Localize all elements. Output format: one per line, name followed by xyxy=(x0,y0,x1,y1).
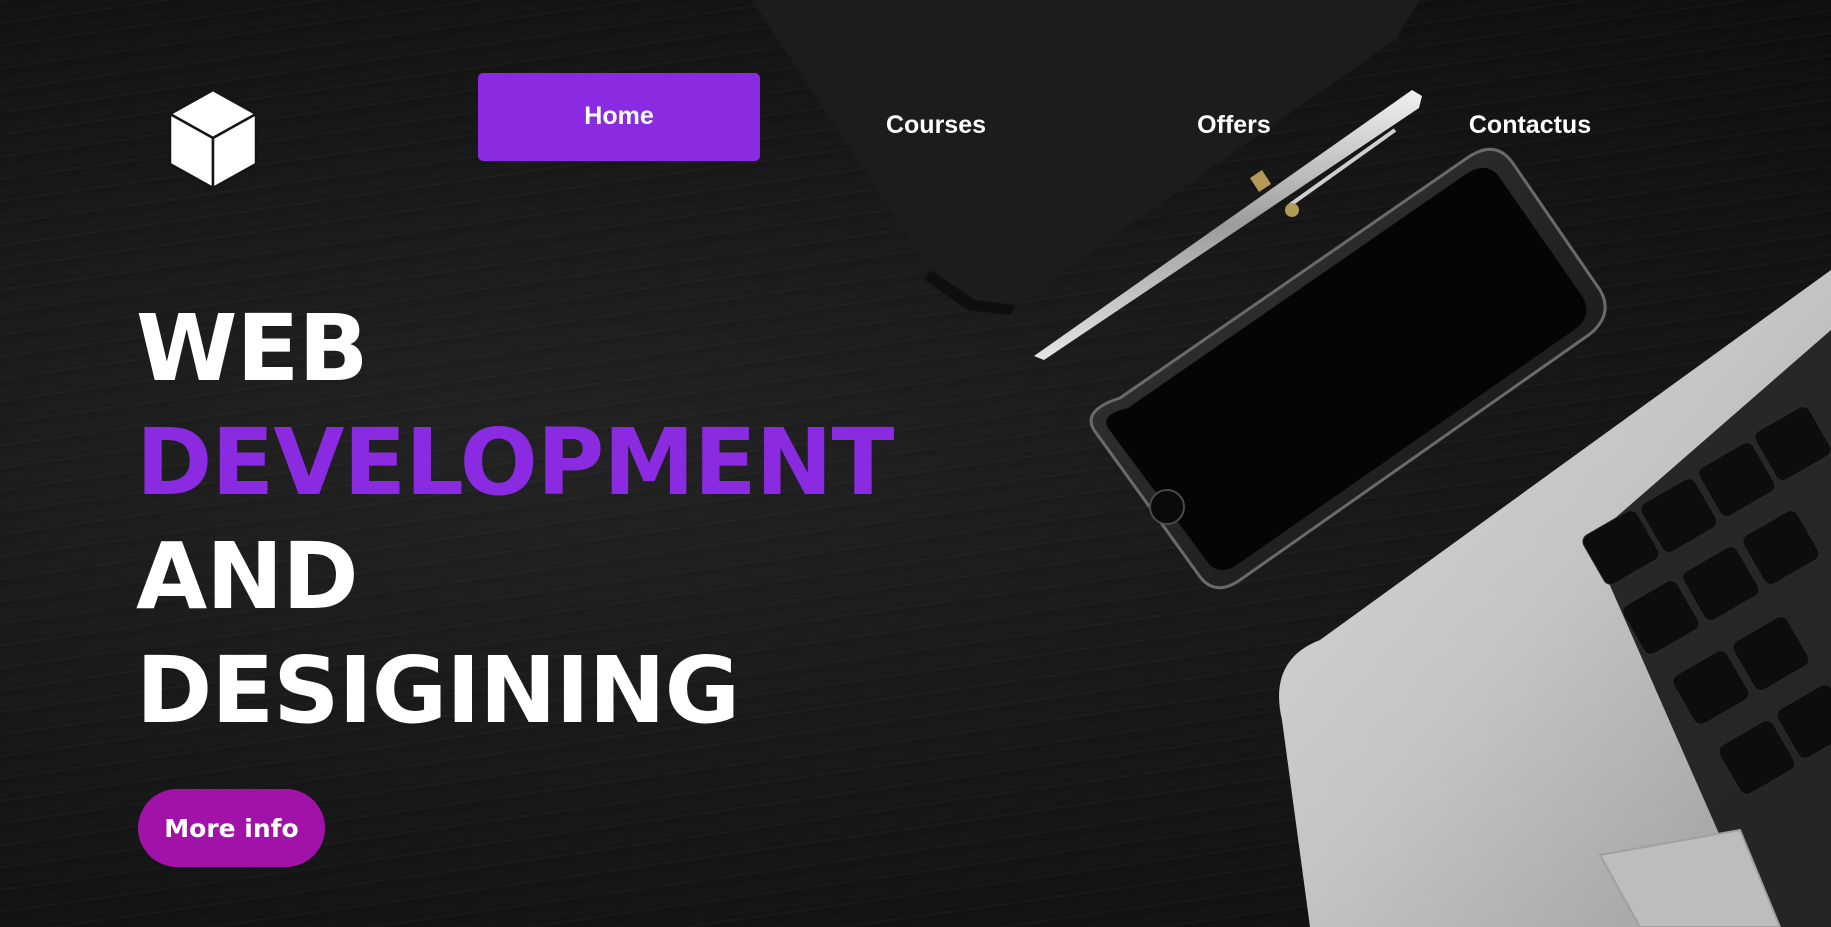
nav-contactus-label: Contactus xyxy=(1468,110,1592,139)
cube-icon[interactable] xyxy=(166,86,260,192)
nav-offers[interactable]: Offers xyxy=(1114,81,1354,169)
more-info-button[interactable]: More info xyxy=(138,789,325,867)
hero-line-development: DEVELOPMENT xyxy=(136,409,894,516)
nav-home-label: Home xyxy=(584,101,654,130)
nav-home[interactable]: Home xyxy=(478,73,760,161)
hero-line-web: WEB xyxy=(136,295,368,402)
nav-offers-label: Offers xyxy=(1197,110,1271,139)
hero-line-and: AND xyxy=(136,523,359,630)
main-nav: Home Courses Offers Contactus xyxy=(478,73,1718,161)
landing-page: Home Courses Offers Contactus WEB DEVELO… xyxy=(0,0,1831,927)
hero-headline: WEB DEVELOPMENT AND DESIGINING xyxy=(136,292,894,748)
hero-line-designing: DESIGINING xyxy=(136,637,740,744)
nav-courses[interactable]: Courses xyxy=(816,81,1056,169)
nav-courses-label: Courses xyxy=(885,110,987,139)
nav-contactus[interactable]: Contactus xyxy=(1410,81,1650,169)
